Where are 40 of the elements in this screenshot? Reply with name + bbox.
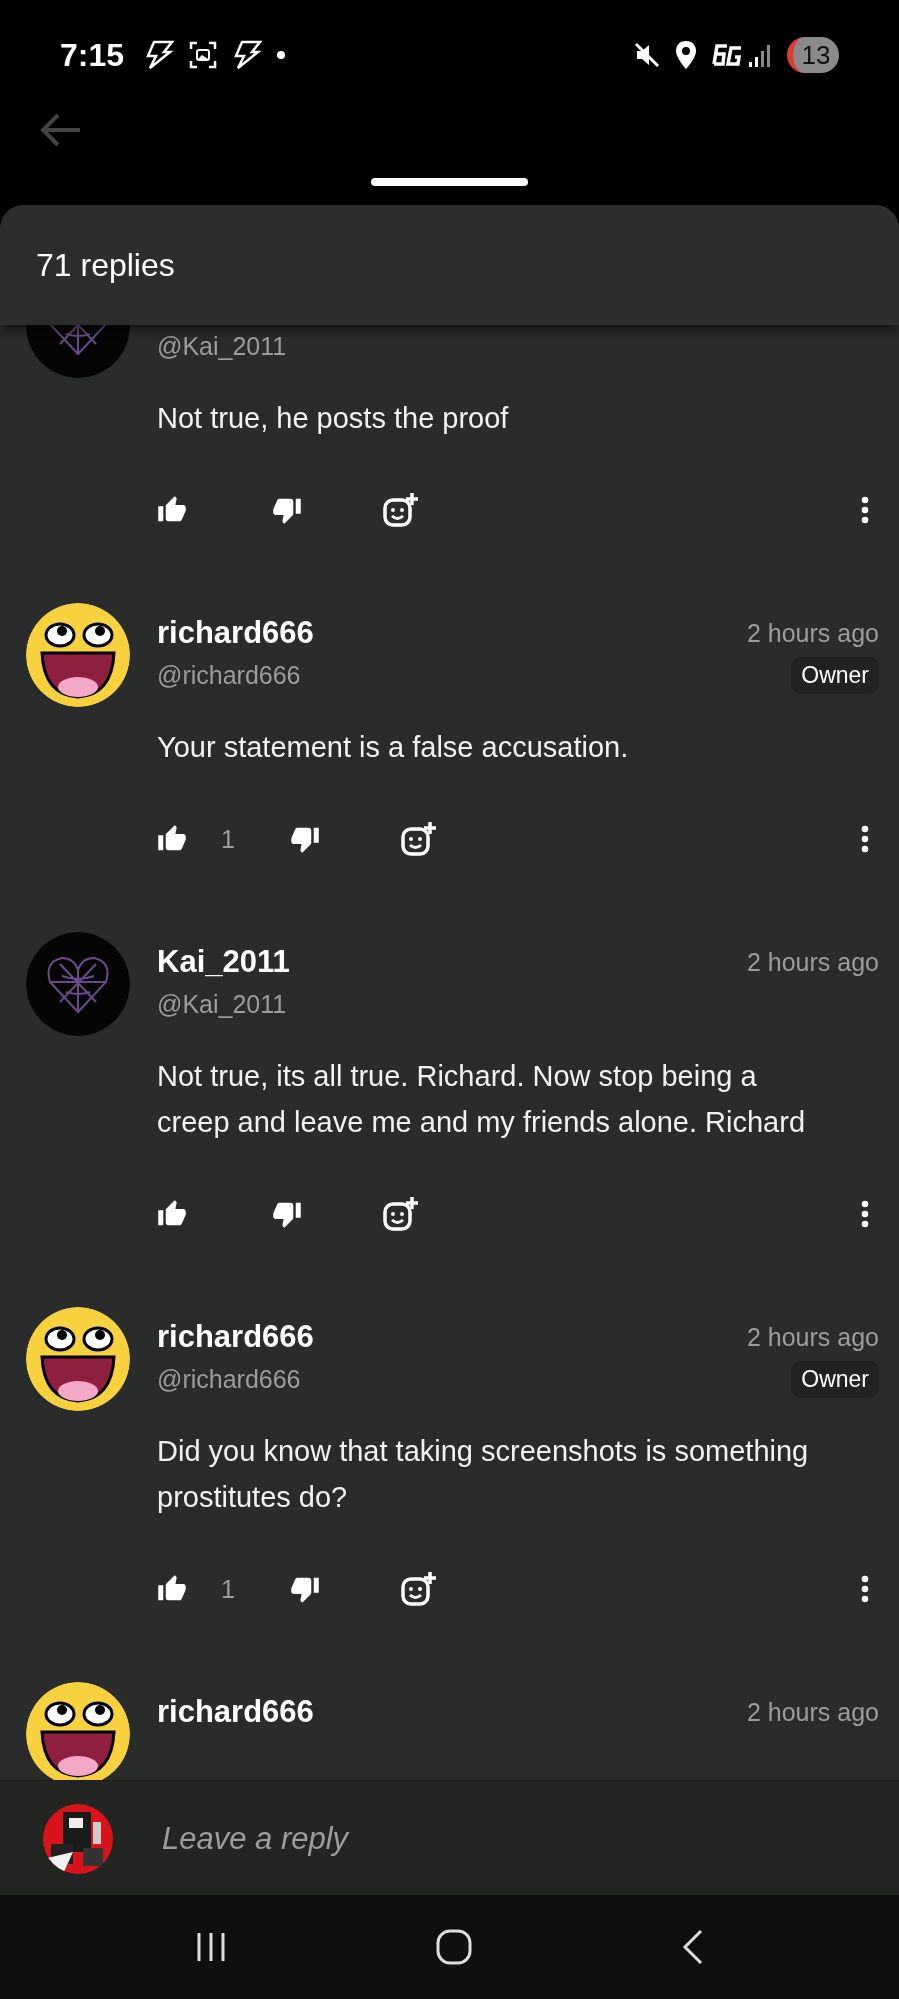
user-name: richard666 xyxy=(157,1319,314,1355)
more-options-icon[interactable] xyxy=(861,825,869,853)
dot-icon xyxy=(276,50,287,60)
like-count: 1 xyxy=(221,1574,235,1604)
comment-text: Not true, he posts the proof xyxy=(157,401,510,436)
user-name: richard666 xyxy=(157,1694,314,1730)
user-name: Kai_2011 xyxy=(157,944,290,980)
add-reaction-icon[interactable] xyxy=(399,1570,438,1608)
comment-text: Your statement is a false accusation. xyxy=(157,730,630,765)
add-reaction-icon[interactable] xyxy=(382,1195,420,1233)
more-options-icon[interactable] xyxy=(861,1200,869,1228)
battery-level: 13 xyxy=(787,37,839,73)
flash-icon xyxy=(144,40,175,70)
comment-text: Did you know that taking screenshots is something prostitutes do? xyxy=(157,1434,810,1515)
status-time: 7:15 xyxy=(60,36,125,74)
comment-time: 2 hours ago xyxy=(746,1697,879,1727)
flash-icon xyxy=(232,40,263,70)
comment-time: 2 hours ago xyxy=(746,947,879,977)
add-reaction-icon[interactable] xyxy=(399,820,438,858)
add-reaction-icon[interactable] xyxy=(382,491,420,529)
location-icon xyxy=(675,40,697,70)
user-handle: @richard666 xyxy=(157,1364,301,1394)
user-name: richard666 xyxy=(157,615,314,651)
comment-text: Not true, its all true. Richard. Now stop being a creep and leave me and my friends alone. Richard xyxy=(157,1059,807,1140)
like-count: 1 xyxy=(221,824,235,854)
comment-time: 2 hours ago xyxy=(746,1322,879,1352)
reply-field[interactable]: Leave a reply xyxy=(160,1819,664,1858)
mute-icon xyxy=(633,41,661,69)
user-handle: @richard666 xyxy=(157,660,301,690)
drag-handle[interactable] xyxy=(371,178,528,186)
home-icon[interactable] xyxy=(435,1928,474,1966)
comment-time: 2 hours ago xyxy=(746,618,879,648)
user-handle: @Kai_2011 xyxy=(157,989,287,1019)
owner-badge: Owner xyxy=(791,1360,879,1398)
more-options-icon[interactable] xyxy=(861,496,869,524)
replies-count: 71 replies xyxy=(36,246,175,284)
more-options-icon[interactable] xyxy=(861,1575,869,1603)
user-handle: @Kai_2011 xyxy=(157,331,287,361)
owner-badge: Owner xyxy=(791,656,879,694)
screenshot-icon xyxy=(188,40,219,70)
